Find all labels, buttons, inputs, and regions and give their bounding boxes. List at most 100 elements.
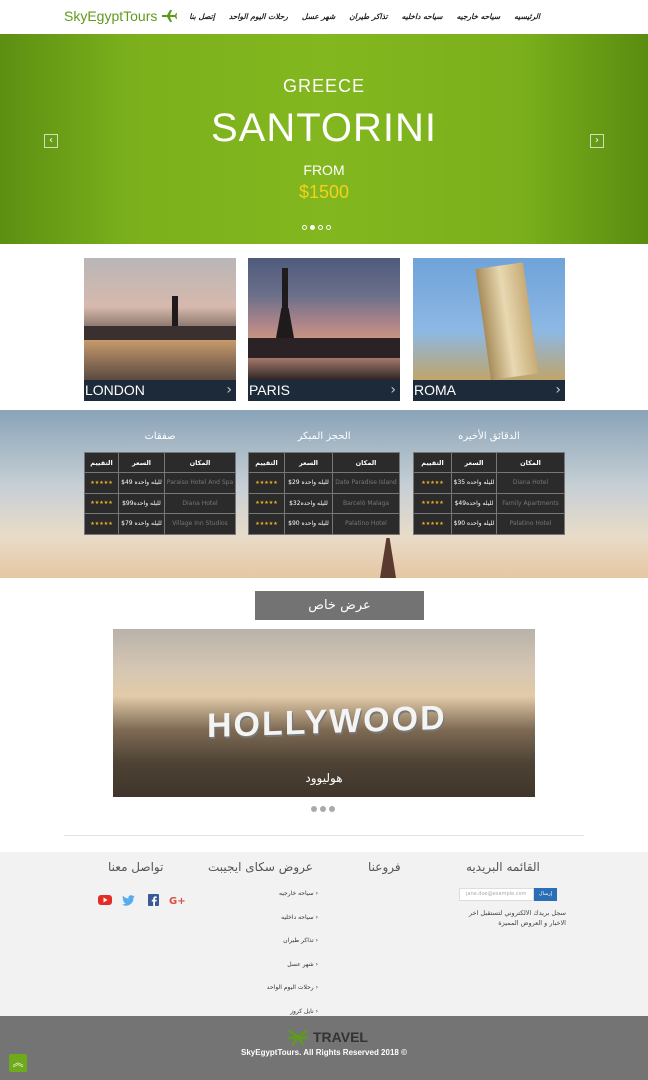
col-rating: التقييم xyxy=(413,452,452,473)
offers-title: عروض سكاى ايجيبت xyxy=(208,860,313,874)
hero-dot[interactable] xyxy=(302,225,307,230)
twitter-icon[interactable] xyxy=(121,891,137,906)
airplane-icon xyxy=(162,10,178,22)
city-card-london[interactable]: LONDON › xyxy=(84,258,236,401)
deal-title-deals: صفقات xyxy=(144,431,176,442)
rating-stars: ★★★★★ xyxy=(413,472,452,494)
city-label: ROMA xyxy=(413,380,565,401)
newsletter-email-input[interactable]: jane.doe@example.com xyxy=(459,888,534,901)
nav-home[interactable]: الرئيسيه xyxy=(514,12,540,21)
rating-stars: ★★★★★ xyxy=(84,513,119,535)
table-row[interactable]: ★★★★★ $32لليله واحده Barceló Malaga xyxy=(248,492,400,514)
newsletter-description: سجل بريدك الالكتروني لتستقبل اخر الاخبار… xyxy=(468,909,566,927)
table-row[interactable]: ★★★★★ $90 لليله واحده Palatino Hotel xyxy=(248,513,400,535)
table-row[interactable]: ★★★★★ $49 لليله واحده Paraiso Hotel And … xyxy=(84,472,236,494)
hero-dots xyxy=(302,225,331,230)
price-cell: $32لليله واحده xyxy=(284,492,333,514)
special-offer-slide[interactable]: HOLLYWOOD هوليوود xyxy=(113,629,535,797)
youtube-icon[interactable] xyxy=(97,891,113,905)
hero-dot[interactable] xyxy=(326,225,331,230)
chevron-right-icon: › xyxy=(390,382,396,398)
rating-stars: ★★★★★ xyxy=(413,492,452,514)
site-logo[interactable]: SkyEgyptTours xyxy=(64,8,178,24)
nav-contact[interactable]: إتصل بنا xyxy=(189,12,215,21)
hero-slider: GREECE SANTORINI FROM $1500 ‹ › xyxy=(0,34,648,244)
hero-dot-active[interactable] xyxy=(310,225,315,230)
city-card-paris[interactable]: PARIS › xyxy=(248,258,400,401)
price-cell: $49لليله واحده xyxy=(451,492,497,514)
col-place: المكان xyxy=(496,452,565,473)
branches-title: فروعنا xyxy=(368,860,401,874)
rating-stars: ★★★★★ xyxy=(248,513,285,535)
facebook-icon[interactable] xyxy=(145,891,161,906)
contact-title: تواصل معنا xyxy=(108,860,164,874)
hero-from: FROM xyxy=(303,162,345,178)
place-cell: Diana Hotel xyxy=(496,472,565,494)
special-offer-heading: عرض خاص xyxy=(255,591,424,620)
col-place: المكان xyxy=(332,452,400,473)
hollywood-sign: HOLLYWOOD xyxy=(207,698,447,746)
col-price: السعر xyxy=(118,452,165,473)
newsletter-submit-button[interactable]: إرسال xyxy=(534,888,557,901)
place-cell: Palatino Hotel xyxy=(332,513,400,535)
footer-link-flights[interactable]: تذاكر طيران xyxy=(268,937,318,961)
table-row[interactable]: ★★★★★ $90 لليله واحده Palatino Hotel xyxy=(413,513,565,535)
special-dot[interactable] xyxy=(311,806,317,812)
hero-next-button[interactable]: › xyxy=(590,134,604,148)
table-row[interactable]: ★★★★★ $35 لليله واحده Diana Hotel xyxy=(413,472,565,494)
logo-text: SkyEgyptTours xyxy=(64,8,158,24)
price-cell: $49 لليله واحده xyxy=(118,472,165,494)
social-icons: G+ xyxy=(97,891,186,907)
col-rating: التقييم xyxy=(84,452,119,473)
rating-stars: ★★★★★ xyxy=(84,492,119,514)
rating-stars: ★★★★★ xyxy=(84,472,119,494)
nav-day-trips[interactable]: رحلات اليوم الواحد xyxy=(229,12,288,21)
place-cell: Paraiso Hotel And Spa xyxy=(164,472,236,494)
special-dots xyxy=(311,806,335,812)
place-cell: Family Apartments xyxy=(496,492,565,514)
table-row[interactable]: ★★★★★ $99لليله واحده Diana Hotel xyxy=(84,492,236,514)
deal-table-deals: التقييم السعر المكان ★★★★★ $49 لليله واح… xyxy=(84,452,236,535)
footer-link-domestic[interactable]: سياحه داخليه xyxy=(268,914,318,938)
bottom-logo[interactable]: TRAVEL xyxy=(287,1029,368,1045)
nav-links: الرئيسيه سياحه خارجيه سياحه داخليه تذاكر… xyxy=(189,12,540,21)
nav-domestic-tourism[interactable]: سياحه داخليه xyxy=(402,12,443,21)
roma-image xyxy=(413,258,565,380)
deal-table-last-minute: التقييم السعر المكان ★★★★★ $35 لليله واح… xyxy=(413,452,565,535)
special-dot[interactable] xyxy=(329,806,335,812)
table-row[interactable]: ★★★★★ $29 لليله واحده Date Paradise Isla… xyxy=(248,472,400,494)
london-image xyxy=(84,258,236,380)
price-cell: $79 لليله واحده xyxy=(118,513,165,535)
special-dot[interactable] xyxy=(320,806,326,812)
special-offer-caption: هوليوود xyxy=(305,771,343,785)
divider xyxy=(64,835,584,836)
google-plus-icon[interactable]: G+ xyxy=(169,891,186,907)
footer-link-honeymoon[interactable]: شهر عسل xyxy=(268,961,318,985)
rating-stars: ★★★★★ xyxy=(413,513,452,535)
chevron-right-icon: › xyxy=(555,382,561,398)
city-label: LONDON xyxy=(84,380,236,401)
newsletter-title: القائمه البريديه xyxy=(466,860,540,874)
hero-subtitle: GREECE xyxy=(282,76,366,96)
footer-link-day-trips[interactable]: رحلات اليوم الواحد xyxy=(267,984,318,1008)
table-row[interactable]: ★★★★★ $49لليله واحده Family Apartments xyxy=(413,492,565,514)
place-cell: Diana Hotel xyxy=(164,492,236,514)
footer-link-outbound[interactable]: سياحه خارجيه xyxy=(268,890,318,914)
hero-prev-button[interactable]: ‹ xyxy=(44,134,58,148)
nav-honeymoon[interactable]: شهر عسل xyxy=(302,12,335,21)
hero-price: $1500 xyxy=(298,182,350,202)
svg-text:G+: G+ xyxy=(169,896,185,906)
table-row[interactable]: ★★★★★ $79 لليله واحده Village Inn Studio… xyxy=(84,513,236,535)
place-cell: Date Paradise Island xyxy=(332,472,400,494)
price-cell: $90 لليله واحده xyxy=(284,513,333,535)
deal-title-last-minute: الدقائق الأخيره xyxy=(458,431,520,442)
offer-links: سياحه خارجيه سياحه داخليه تذاكر طيران شه… xyxy=(267,890,318,1031)
city-card-roma[interactable]: ROMA › xyxy=(413,258,565,401)
place-cell: Palatino Hotel xyxy=(496,513,565,535)
nav-outbound-tourism[interactable]: سياحه خارجيه xyxy=(457,12,501,21)
scroll-to-top-button[interactable]: ︽ xyxy=(9,1054,27,1072)
rating-stars: ★★★★★ xyxy=(248,472,285,494)
hero-dot[interactable] xyxy=(318,225,323,230)
nav-flight-tickets[interactable]: تذاكر طيران xyxy=(349,12,387,21)
price-cell: $90 لليله واحده xyxy=(451,513,497,535)
